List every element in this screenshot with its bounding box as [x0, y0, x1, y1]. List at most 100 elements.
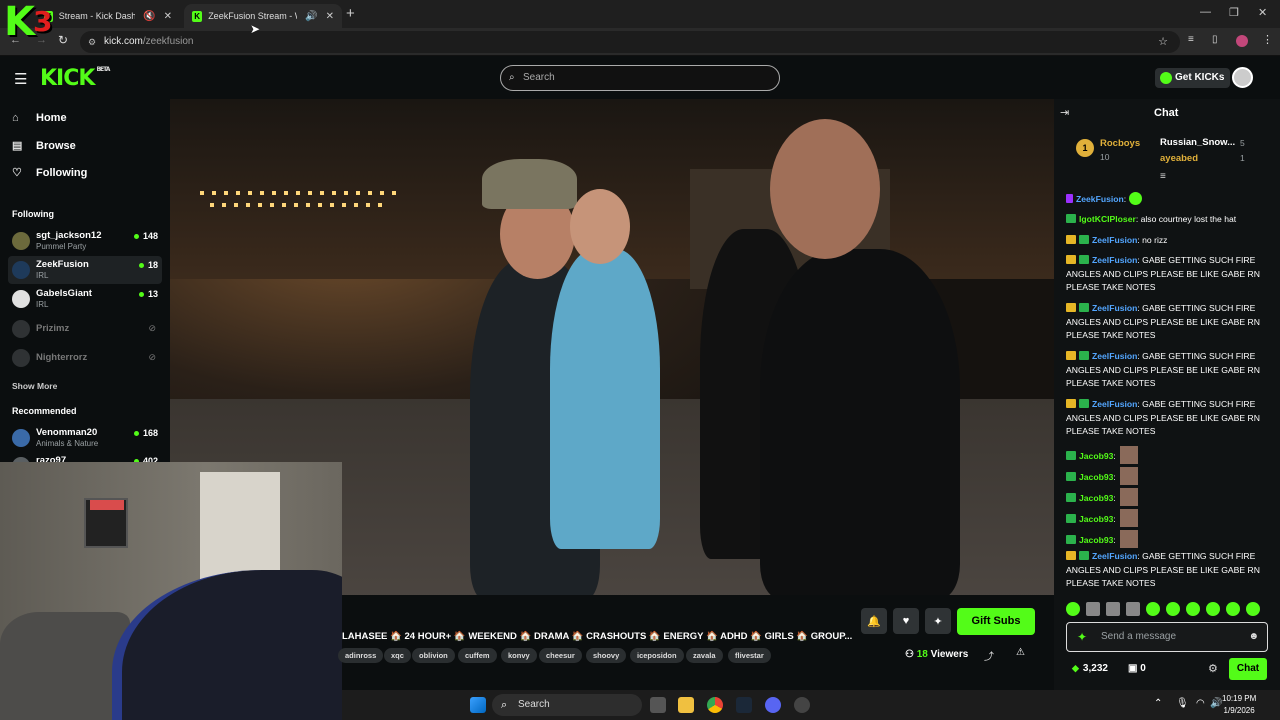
emote-icon[interactable] [1126, 602, 1140, 616]
steam-icon[interactable] [736, 697, 752, 713]
taskbar-search[interactable]: Search [492, 694, 642, 716]
close-window-icon[interactable]: ✕ [1258, 6, 1267, 19]
stream-tag[interactable]: shoovy [586, 648, 627, 663]
send-chat-button[interactable]: Chat [1229, 658, 1267, 680]
emote-icon[interactable] [1186, 602, 1200, 616]
audio-playing-icon[interactable]: 🔊 [305, 11, 317, 22]
sidebar-item-home[interactable]: ⌂ Home [12, 112, 67, 124]
follow-heart-icon[interactable]: ♥ [893, 608, 919, 634]
tray-overflow-icon[interactable]: ⌃ [1154, 698, 1162, 709]
emote-icon[interactable] [1206, 602, 1220, 616]
chat-username[interactable]: Jacob93 [1079, 493, 1113, 503]
search-input[interactable]: ⌕ Search [500, 65, 780, 91]
notification-bell-icon[interactable]: 🔔 [861, 608, 887, 634]
volume-icon[interactable]: 🔊 [1210, 698, 1222, 709]
restore-icon[interactable]: ❐ [1229, 6, 1239, 19]
kicks-balance[interactable]: 3,232 [1072, 663, 1108, 674]
emote-icon[interactable] [1106, 602, 1120, 616]
chat-username[interactable]: Jacob93 [1079, 535, 1113, 545]
microphone-icon[interactable]: 🎙 [1176, 698, 1189, 709]
stream-tag[interactable]: cheesur [539, 648, 582, 663]
mute-icon[interactable]: 🔇 [143, 11, 155, 22]
emote-icon[interactable] [1166, 602, 1180, 616]
pinned-filter-icon[interactable]: ≡ [1160, 171, 1166, 182]
report-icon[interactable]: ⚠ [1016, 647, 1025, 658]
task-view-icon[interactable] [650, 697, 666, 713]
following-channel[interactable]: sgt_jackson12 Pummel Party 148 [8, 227, 162, 255]
close-tab-icon[interactable]: ✕ [326, 11, 334, 22]
hamburger-menu-icon[interactable]: ☰ [14, 70, 27, 88]
close-tab-icon[interactable]: ✕ [164, 11, 172, 22]
gift-subs-button[interactable]: Gift Subs [957, 608, 1035, 635]
user-avatar[interactable] [1232, 67, 1253, 88]
following-channel[interactable]: Nighterrorz ⊘ [8, 344, 162, 372]
chat-username[interactable]: ZeelFusion [1092, 551, 1137, 561]
stream-tag[interactable]: adinross [338, 648, 384, 663]
bookmark-star-icon[interactable]: ☆ [1158, 31, 1168, 53]
site-info-icon[interactable]: ⚙ [88, 31, 96, 53]
sidebar-item-browse[interactable]: ▤ Browse [12, 139, 76, 153]
url-field[interactable]: ⚙ kick.com/zeekfusion ☆ [80, 31, 1180, 53]
show-more-link[interactable]: Show More [12, 381, 57, 391]
following-channel[interactable]: ZeekFusion IRL 18 [8, 256, 162, 284]
stream-tag[interactable]: xqc [384, 648, 411, 663]
file-explorer-icon[interactable] [678, 697, 694, 713]
minimize-icon[interactable]: — [1200, 6, 1211, 18]
chat-username[interactable]: ZeekFusion [1076, 194, 1124, 204]
chat-message-input[interactable]: ✦ Send a message ☻ [1066, 622, 1268, 652]
chat-username[interactable]: ZeelFusion [1092, 235, 1137, 245]
recommended-channel[interactable]: razo97 402 [8, 452, 162, 462]
profile-avatar[interactable] [1236, 35, 1248, 47]
stream-tag[interactable]: zavala [686, 648, 723, 663]
tab-zeekfusion-stream[interactable]: K ZeekFusion Stream - Watch 🔊 ✕ [184, 4, 342, 28]
new-tab-button[interactable]: + [346, 5, 355, 22]
sub-badge-icon [1066, 514, 1076, 523]
emoji-picker-icon[interactable]: ☻ [1248, 623, 1259, 651]
chat-username[interactable]: ZeelFusion [1092, 399, 1137, 409]
share-icon[interactable]: ⤴ [984, 648, 994, 663]
reload-icon[interactable]: ↻ [58, 33, 68, 47]
collapse-chat-icon[interactable]: ⇥ [1060, 106, 1069, 119]
chat-username[interactable]: IgotKCIPloser [1079, 214, 1136, 224]
following-channel[interactable]: GabelsGiant IRL 13 [8, 285, 162, 313]
sidebar-item-following[interactable]: ♡ Following [12, 166, 87, 180]
windows-start-icon[interactable] [470, 697, 486, 713]
chat-message: Jacob93: [1066, 530, 1270, 548]
tab-kick-dashboard[interactable]: K Stream - Kick Dashboard 🔇 ✕ [36, 4, 180, 28]
emote-icon[interactable] [1066, 602, 1080, 616]
chat-username[interactable]: ZeelFusion [1092, 303, 1137, 313]
stream-tag[interactable]: iceposidon [630, 648, 684, 663]
crown-badge-icon [1066, 351, 1076, 360]
chrome-icon[interactable] [707, 697, 723, 713]
stream-tag[interactable]: flivestar [728, 648, 771, 663]
emote-icon[interactable] [1086, 602, 1100, 616]
wifi-icon[interactable]: ◠ [1196, 698, 1205, 709]
recommended-channel[interactable]: Venomman20 Animals & Nature 168 [8, 424, 162, 452]
channel-category: Animals & Nature [36, 439, 99, 448]
chat-settings-icon[interactable]: ⚙ [1208, 662, 1218, 675]
side-panel-icon[interactable]: ▯ [1212, 34, 1218, 45]
browser-menu-icon[interactable]: ⋮ [1262, 33, 1273, 46]
face-emote-icon [1120, 509, 1139, 527]
chat-username[interactable]: ZeelFusion [1092, 351, 1137, 361]
get-kicks-button[interactable]: Get KICKs [1155, 68, 1231, 88]
chat-username[interactable]: Jacob93 [1079, 451, 1113, 461]
emote-icon[interactable] [1146, 602, 1160, 616]
kick-logo[interactable]: KICK BETA [40, 66, 110, 91]
chat-username[interactable]: Jacob93 [1079, 514, 1113, 524]
following-channel[interactable]: Prizimz ⊘ [8, 315, 162, 343]
stream-tag[interactable]: oblivion [412, 648, 455, 663]
emote-icon[interactable] [1246, 602, 1260, 616]
sparkle-icon[interactable]: ✦ [925, 608, 951, 634]
stream-tag[interactable]: konvy [501, 648, 537, 663]
chat-username[interactable]: ZeelFusion [1092, 255, 1137, 265]
chat-username[interactable]: Jacob93 [1079, 472, 1113, 482]
obs-icon[interactable] [794, 697, 810, 713]
stream-tag[interactable]: cuffem [458, 648, 497, 663]
taskbar-clock[interactable]: 10:19 PM 1/9/2026 [1222, 693, 1256, 717]
chevron-down-icon[interactable]: ⌄ [816, 629, 824, 640]
emote-icon[interactable] [1226, 602, 1240, 616]
media-control-icon[interactable]: ≡ [1188, 34, 1194, 45]
subs-count[interactable]: ▣ 0 [1128, 663, 1146, 674]
discord-icon[interactable] [765, 697, 781, 713]
